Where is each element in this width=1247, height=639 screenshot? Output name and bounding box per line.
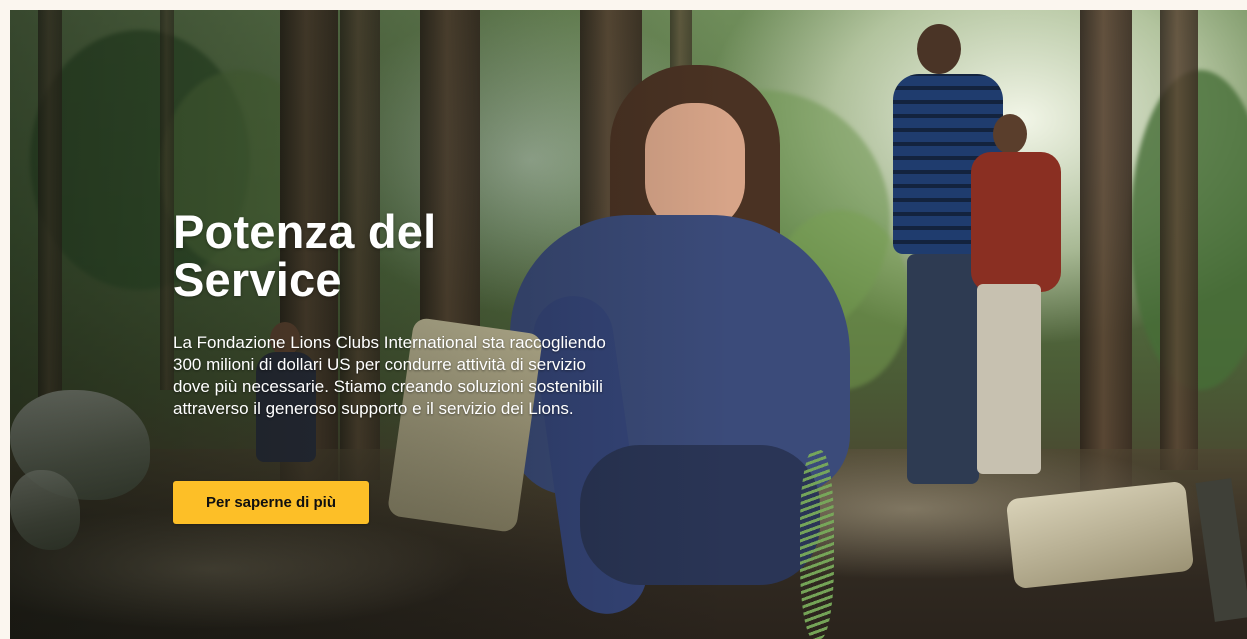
learn-more-button[interactable]: Per saperne di più [173,481,369,524]
page-frame: Potenza del Service La Fondazione Lions … [0,0,1247,639]
hero-title-line-1: Potenza del [173,205,437,258]
hero-content: Potenza del Service La Fondazione Lions … [173,208,633,420]
hero-title: Potenza del Service [173,208,633,304]
hero-description: La Fondazione Lions Clubs International … [173,333,606,418]
hero-title-line-2: Service [173,253,342,306]
